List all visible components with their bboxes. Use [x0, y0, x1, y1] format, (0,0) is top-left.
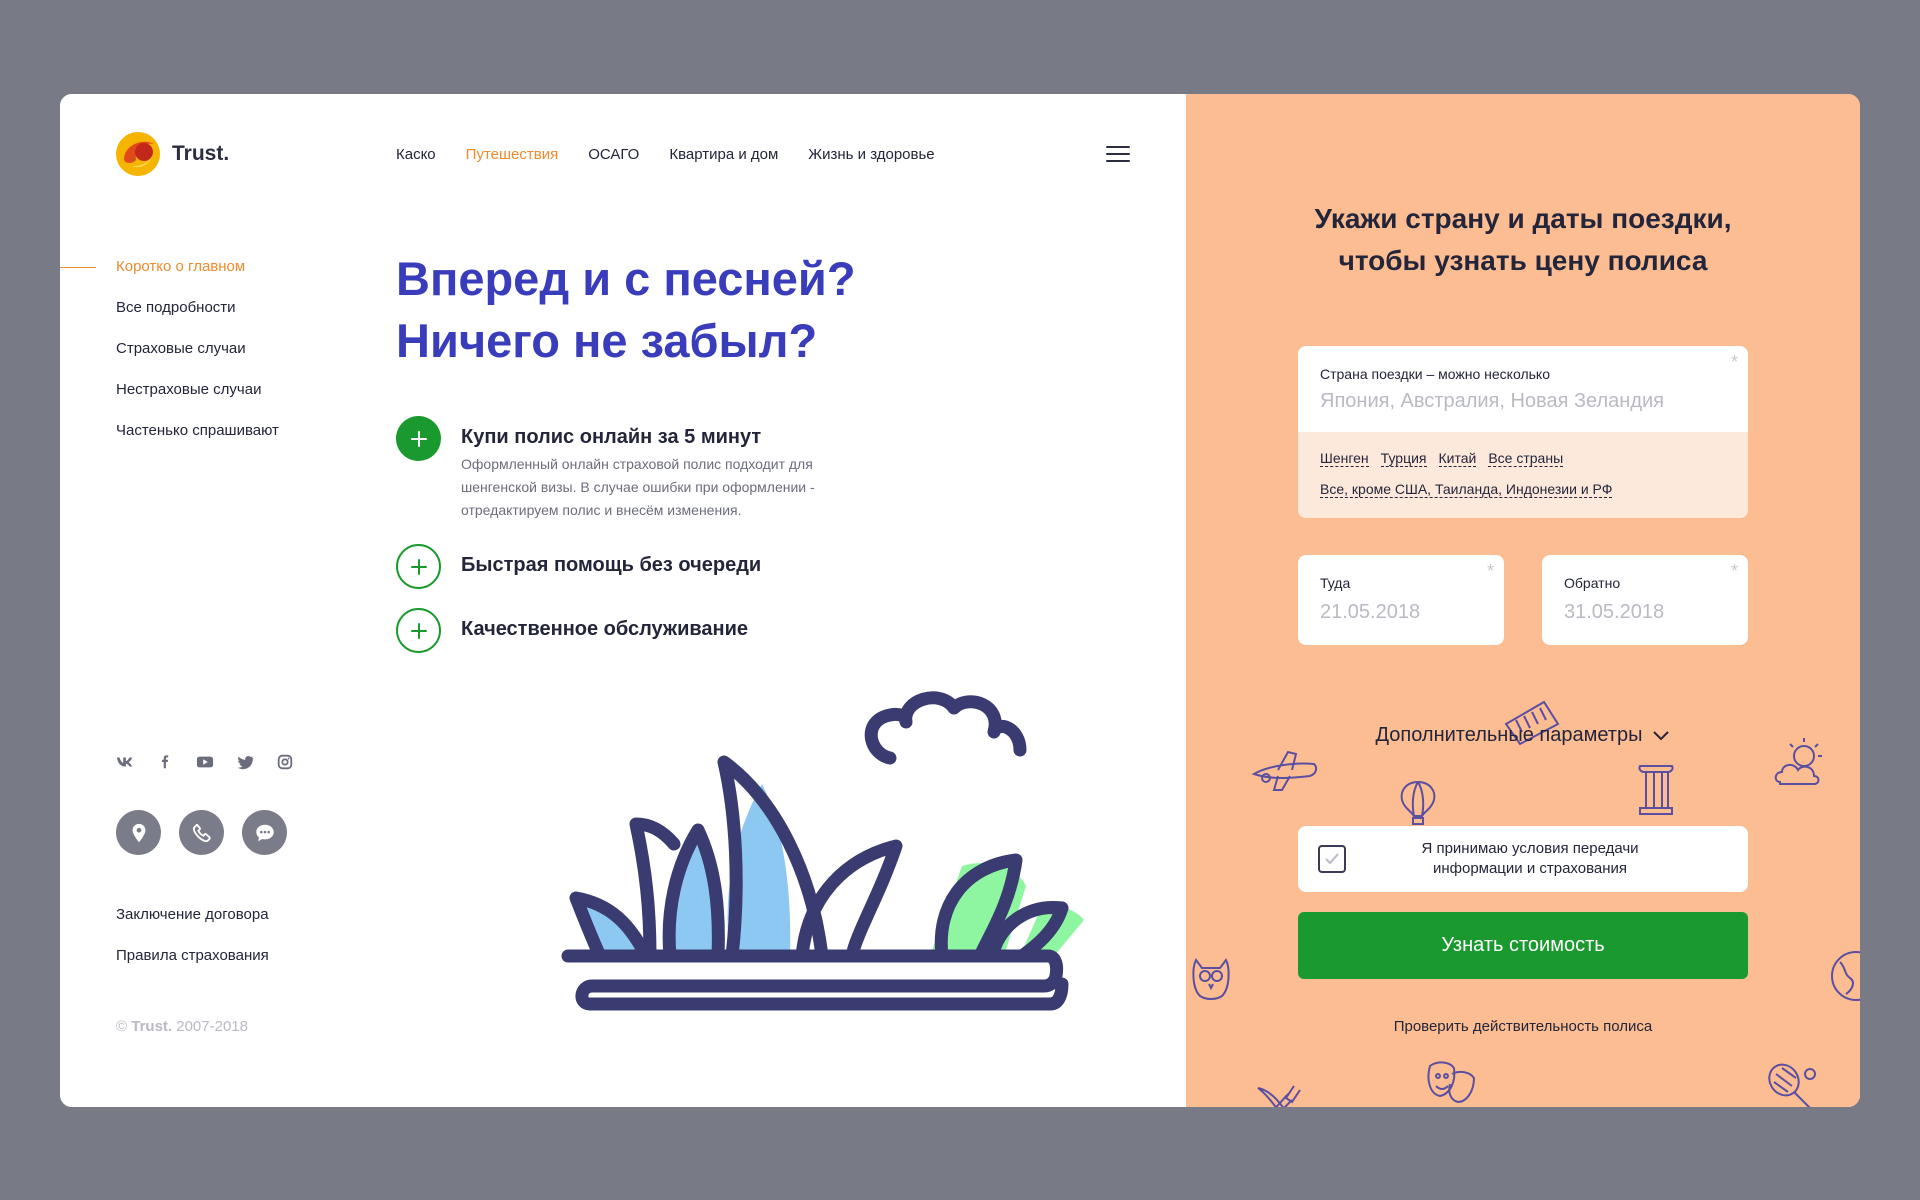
country-label: Страна поездки – можно несколько	[1320, 366, 1550, 382]
country-suggestions: Шенген Турция Китай Все страны Все, кром…	[1298, 432, 1748, 518]
fork-knife-doodle-icon	[1257, 1085, 1301, 1107]
hero-line-2: Ничего не забыл?	[396, 314, 818, 367]
plane-doodle-icon	[1251, 750, 1318, 791]
extra-params-toggle[interactable]: Дополнительные параметры	[1186, 724, 1860, 747]
logo-icon	[116, 132, 160, 176]
chat-icon	[255, 824, 274, 841]
form-title-line-2: чтобы узнать цену полиса	[1338, 245, 1708, 276]
side-item-details[interactable]: Все подробности	[116, 299, 279, 318]
date-to-input[interactable]: 31.05.2018	[1564, 601, 1726, 624]
required-mark: *	[1486, 561, 1494, 581]
country-field[interactable]: Страна поездки – можно несколько Япония,…	[1298, 346, 1748, 518]
plus-icon[interactable]	[396, 544, 441, 589]
location-button[interactable]	[116, 810, 161, 855]
nav-item-kasko[interactable]: Каско	[396, 146, 436, 163]
main-card: Trust. Каско Путешествия ОСАГО Квартира …	[60, 94, 1860, 1107]
agreement-checkbox[interactable]	[1318, 845, 1346, 873]
copyright: © Trust. 2007-2018	[116, 1018, 248, 1035]
agreement-box: Я принимаю условия передачи информации и…	[1298, 826, 1748, 892]
plus-icon[interactable]	[396, 416, 441, 461]
side-item-summary[interactable]: Коротко о главном	[116, 258, 279, 277]
sydney-opera-illustration	[561, 691, 1084, 1011]
extra-params-label: Дополнительные параметры	[1375, 724, 1643, 746]
globe-doodle-icon	[1831, 951, 1860, 1001]
form-title-line-1: Укажи страну и даты поездки,	[1314, 203, 1732, 234]
required-mark: *	[1730, 352, 1738, 372]
feature-item: Купи полис онлайн за 5 минут Оформленный…	[396, 416, 881, 522]
side-active-indicator	[60, 267, 96, 268]
date-from-input[interactable]: 21.05.2018	[1320, 601, 1482, 624]
contract-link[interactable]: Заключение договора	[116, 906, 269, 925]
date-from-label: Туда	[1320, 575, 1351, 591]
form-title: Укажи страну и даты поездки, чтобы узнат…	[1186, 198, 1860, 282]
check-policy-link[interactable]: Проверить действительность полиса	[1186, 1018, 1860, 1035]
feature-item: Быстрая помощь без очереди	[396, 544, 761, 589]
check-icon	[1325, 853, 1339, 865]
side-item-non-insured-cases[interactable]: Нестраховые случаи	[116, 381, 279, 400]
left-panel: Trust. Каско Путешествия ОСАГО Квартира …	[60, 94, 1186, 1107]
side-menu: Коротко о главном Все подробности Страхо…	[116, 258, 279, 463]
feature-description: Оформленный онлайн страховой полис подхо…	[461, 456, 815, 518]
country-chip-china[interactable]: Китай	[1438, 450, 1477, 467]
nav-item-home[interactable]: Квартира и дом	[669, 146, 778, 163]
country-chip-turkey[interactable]: Турция	[1380, 450, 1427, 467]
country-chip-all-except[interactable]: Все, кроме США, Таиланда, Индонезии и РФ	[1320, 481, 1613, 498]
instagram-icon[interactable]	[276, 754, 294, 770]
logo[interactable]: Trust.	[114, 130, 229, 178]
date-to-field[interactable]: Обратно 31.05.2018 *	[1542, 555, 1748, 645]
column-doodle-icon	[1638, 765, 1674, 815]
youtube-icon[interactable]	[196, 754, 214, 770]
owl-doodle-icon	[1192, 958, 1230, 1000]
balloon-doodle-icon	[1400, 780, 1436, 825]
phone-icon	[192, 823, 211, 842]
feature-title: Быстрая помощь без очереди	[461, 554, 762, 576]
hero-line-1: Вперед и с песней?	[396, 252, 856, 305]
top-nav: Каско Путешествия ОСАГО Квартира и дом Ж…	[396, 146, 935, 163]
copyright-years: 2007-2018	[172, 1018, 248, 1035]
agreement-line-2: информации и страхования	[1432, 860, 1628, 877]
right-panel: Укажи страну и даты поездки, чтобы узнат…	[1186, 94, 1860, 1107]
country-input[interactable]: Япония, Австралия, Новая Зеландия	[1320, 390, 1726, 413]
chevron-down-icon	[1652, 724, 1670, 747]
facebook-icon[interactable]	[156, 754, 174, 770]
vk-icon[interactable]	[116, 754, 134, 770]
theatre-masks-doodle-icon	[1427, 1061, 1476, 1104]
chat-button[interactable]	[242, 810, 287, 855]
location-icon	[132, 823, 145, 842]
hero-title: Вперед и с песней? Ничего не забыл?	[396, 248, 1096, 372]
contact-buttons	[116, 810, 287, 855]
country-chip-all[interactable]: Все страны	[1488, 450, 1564, 467]
insurance-rules-link[interactable]: Правила страхования	[116, 947, 269, 966]
tennis-racket-doodle-icon	[1768, 1063, 1816, 1107]
plus-icon[interactable]	[396, 608, 441, 653]
country-chip-schengen[interactable]: Шенген	[1320, 450, 1369, 467]
required-mark: *	[1730, 561, 1738, 581]
feature-title: Купи полис онлайн за 5 минут	[461, 426, 762, 448]
phone-button[interactable]	[179, 810, 224, 855]
agreement-line-1: Я принимаю условия передачи	[1421, 840, 1639, 857]
twitter-icon[interactable]	[236, 754, 254, 770]
agreement-text: Я принимаю условия передачи информации и…	[1346, 839, 1748, 879]
bottom-links: Заключение договора Правила страхования	[116, 906, 269, 988]
nav-item-osago[interactable]: ОСАГО	[588, 146, 639, 163]
copyright-brand: Trust.	[131, 1018, 173, 1035]
nav-item-life[interactable]: Жизнь и здоровье	[808, 146, 934, 163]
logo-text: Trust.	[172, 142, 230, 165]
social-links	[116, 754, 294, 770]
date-from-field[interactable]: Туда 21.05.2018 *	[1298, 555, 1504, 645]
date-to-label: Обратно	[1564, 575, 1621, 591]
menu-icon[interactable]	[1106, 146, 1130, 164]
side-item-insured-cases[interactable]: Страховые случаи	[116, 340, 279, 359]
side-item-faq[interactable]: Частенько спрашивают	[116, 422, 279, 441]
get-price-button[interactable]: Узнать стоимость	[1298, 912, 1748, 979]
nav-item-travel[interactable]: Путешествия	[466, 146, 559, 163]
